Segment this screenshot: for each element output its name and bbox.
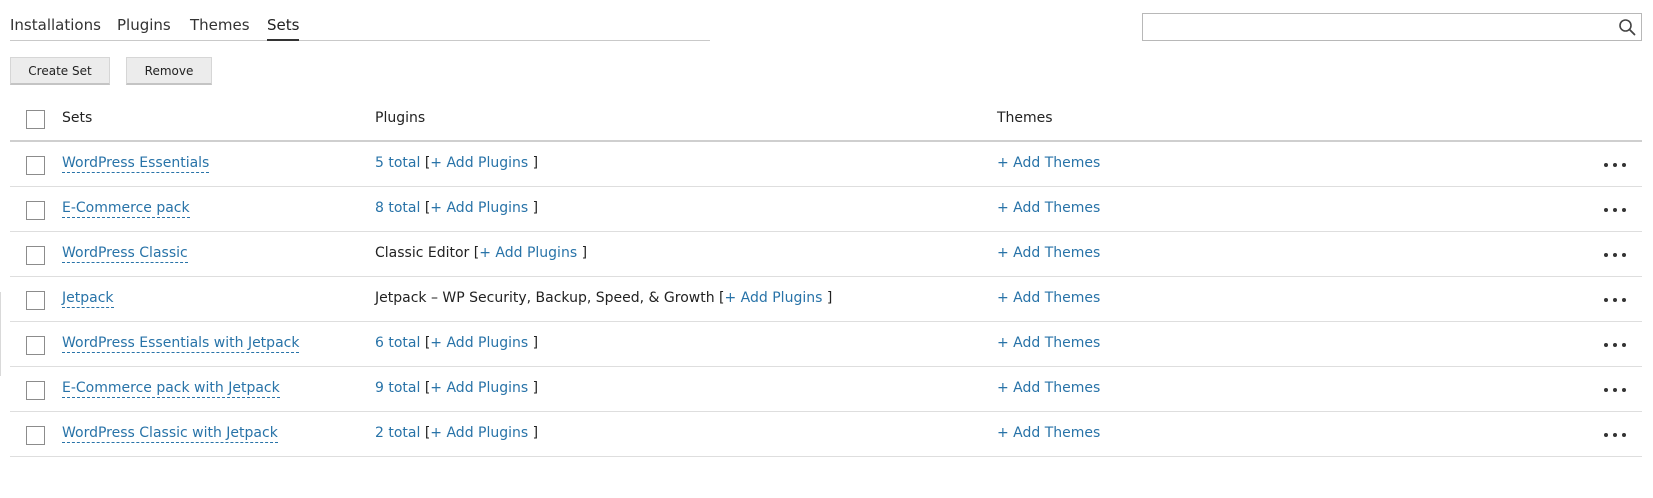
- table-row: Jetpack Jetpack – WP Security, Backup, Sp…: [10, 277, 1642, 322]
- add-themes-link[interactable]: + Add Themes: [997, 155, 1100, 171]
- header-plugins: Plugins: [375, 110, 426, 126]
- plugins-cell: 2 total [+ Add Plugins ]: [375, 425, 538, 441]
- table-row: WordPress Classic Classic Editor [+ Add P…: [10, 232, 1642, 277]
- add-themes-link[interactable]: + Add Themes: [997, 200, 1100, 216]
- table-header: Sets Plugins Themes: [10, 97, 1642, 142]
- plugins-cell: 9 total [+ Add Plugins ]: [375, 380, 538, 396]
- plugins-summary[interactable]: 5 total: [375, 155, 420, 171]
- plugins-cell: 5 total [+ Add Plugins ]: [375, 155, 538, 171]
- table-row: E-Commerce pack 8 total [+ Add Plugins ] +…: [10, 187, 1642, 232]
- more-actions-icon[interactable]: [1603, 335, 1627, 353]
- add-plugins-link[interactable]: + Add Plugins: [430, 335, 528, 351]
- more-actions-icon[interactable]: [1603, 200, 1627, 218]
- add-plugins-link[interactable]: + Add Plugins: [430, 200, 528, 216]
- create-set-button[interactable]: Create Set: [10, 57, 110, 85]
- bracket-close: ]: [581, 245, 588, 261]
- add-themes-link[interactable]: + Add Themes: [997, 380, 1100, 396]
- header-sets: Sets: [62, 110, 93, 126]
- tab-installations[interactable]: Installations: [10, 16, 101, 34]
- add-plugins-link[interactable]: + Add Plugins: [430, 425, 528, 441]
- add-plugins-link[interactable]: + Add Plugins: [479, 245, 577, 261]
- set-name-link[interactable]: WordPress Classic with Jetpack: [62, 425, 278, 443]
- header-themes: Themes: [997, 110, 1053, 126]
- plugins-summary[interactable]: 2 total: [375, 425, 420, 441]
- bracket-close: ]: [532, 380, 539, 396]
- set-name-link[interactable]: E-Commerce pack: [62, 200, 190, 218]
- row-checkbox[interactable]: [26, 201, 45, 220]
- set-name-link[interactable]: WordPress Classic: [62, 245, 188, 263]
- table-row: WordPress Essentials 5 total [+ Add Plugi…: [10, 142, 1642, 187]
- set-name-link[interactable]: WordPress Essentials with Jetpack: [62, 335, 300, 353]
- plugins-summary: Jetpack – WP Security, Backup, Speed, & …: [375, 290, 715, 306]
- search-icon[interactable]: [1618, 18, 1636, 36]
- tab-plugins[interactable]: Plugins: [117, 16, 171, 34]
- set-name-link[interactable]: Jetpack: [62, 290, 114, 308]
- set-name-link[interactable]: E-Commerce pack with Jetpack: [62, 380, 280, 398]
- plugins-summary[interactable]: 9 total: [375, 380, 420, 396]
- table-row: WordPress Essentials with Jetpack 6 total…: [10, 322, 1642, 367]
- bracket-close: ]: [532, 155, 539, 171]
- search-box: [1142, 13, 1642, 41]
- add-plugins-link[interactable]: + Add Plugins: [430, 155, 528, 171]
- search-input[interactable]: [1143, 14, 1603, 40]
- add-themes-link[interactable]: + Add Themes: [997, 335, 1100, 351]
- set-name-link[interactable]: WordPress Essentials: [62, 155, 210, 173]
- remove-button[interactable]: Remove: [126, 57, 212, 85]
- left-edge-divider: [0, 292, 1, 376]
- add-plugins-link[interactable]: + Add Plugins: [725, 290, 823, 306]
- more-actions-icon[interactable]: [1603, 155, 1627, 173]
- add-themes-link[interactable]: + Add Themes: [997, 290, 1100, 306]
- more-actions-icon[interactable]: [1603, 245, 1627, 263]
- tab-themes[interactable]: Themes: [190, 16, 250, 34]
- row-checkbox[interactable]: [26, 426, 45, 445]
- plugins-cell: 8 total [+ Add Plugins ]: [375, 200, 538, 216]
- bracket-close: ]: [826, 290, 833, 306]
- add-plugins-link[interactable]: + Add Plugins: [430, 380, 528, 396]
- more-actions-icon[interactable]: [1603, 290, 1627, 308]
- plugins-cell: 6 total [+ Add Plugins ]: [375, 335, 538, 351]
- bracket-close: ]: [532, 425, 539, 441]
- row-checkbox[interactable]: [26, 246, 45, 265]
- plugins-summary: Classic Editor: [375, 245, 470, 261]
- more-actions-icon[interactable]: [1603, 425, 1627, 443]
- sets-table: Sets Plugins Themes WordPress Essentials…: [10, 97, 1642, 457]
- plugins-cell: Jetpack – WP Security, Backup, Speed, & …: [375, 290, 832, 306]
- add-themes-link[interactable]: + Add Themes: [997, 425, 1100, 441]
- select-all-checkbox[interactable]: [26, 110, 45, 129]
- tab-bar: Installations Plugins Themes Sets: [10, 0, 710, 41]
- tab-sets[interactable]: Sets: [267, 16, 300, 41]
- row-checkbox[interactable]: [26, 156, 45, 175]
- table-row: E-Commerce pack with Jetpack 9 total [+ A…: [10, 367, 1642, 412]
- row-checkbox[interactable]: [26, 291, 45, 310]
- table-row: WordPress Classic with Jetpack 2 total [+…: [10, 412, 1642, 457]
- plugins-summary[interactable]: 8 total: [375, 200, 420, 216]
- add-themes-link[interactable]: + Add Themes: [997, 245, 1100, 261]
- plugins-summary[interactable]: 6 total: [375, 335, 420, 351]
- more-actions-icon[interactable]: [1603, 380, 1627, 398]
- row-checkbox[interactable]: [26, 381, 45, 400]
- plugins-cell: Classic Editor [+ Add Plugins ]: [375, 245, 587, 261]
- row-checkbox[interactable]: [26, 336, 45, 355]
- bracket-close: ]: [532, 335, 539, 351]
- bracket-close: ]: [532, 200, 539, 216]
